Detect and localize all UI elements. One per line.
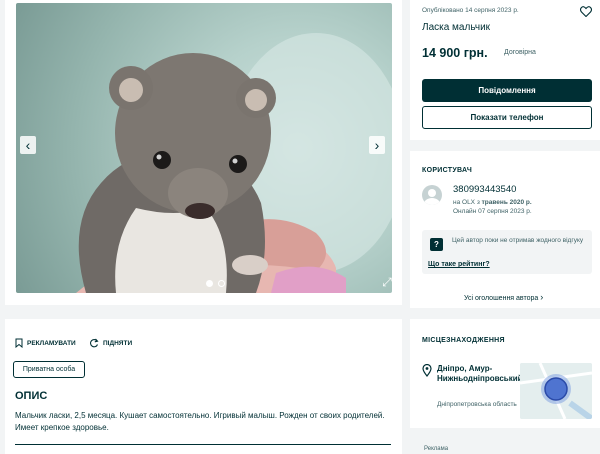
location-card: МІСЦЕЗНАХОДЖЕННЯ Дніпро, Амур-Нижньодніп… [410,319,600,428]
advertisement-label: Реклама [424,446,449,452]
question-icon: ? [430,238,443,251]
seller-type-tag: Приватна особа [13,361,85,378]
user-card: КОРИСТУВАЧ 380993443540 на OLX з травень… [410,151,600,308]
description-title: ОПИС [15,390,48,402]
user-last-online: Онлайн 07 серпня 2023 р. [453,208,532,215]
lift-label: ПІДНЯТИ [103,339,133,347]
divider [15,444,391,445]
photo-dot-active[interactable] [206,280,213,287]
rating-text: Цей автор поки не отримав жодного відгук… [452,237,584,244]
map-image [520,363,592,419]
promote-button[interactable]: РЕКЛАМУВАТИ [15,338,76,348]
ad-title: Ласка мальчик [422,22,491,33]
fullscreen-icon[interactable]: ⤢ [380,275,392,289]
user-avatar-icon [424,189,440,205]
user-since: на OLX з травень 2020 р. [453,199,532,206]
lift-button[interactable]: ПІДНЯТИ [89,338,132,348]
prev-photo-button[interactable]: ‹ [20,136,36,154]
photo-gallery: ⤢ ‹ › [5,0,402,305]
promote-label: РЕКЛАМУВАТИ [27,339,76,347]
user-section-label: КОРИСТУВАЧ [422,167,473,174]
listing-photo[interactable]: ⤢ [16,3,392,293]
refresh-icon [90,338,99,348]
all-author-ads-link[interactable]: Усі оголошення автора › [464,292,543,302]
location-city: Дніпро, Амур-Нижньодніпровський [437,364,523,383]
photo-dot[interactable] [218,280,225,287]
bookmark-icon [15,338,23,348]
next-photo-button[interactable]: › [369,136,385,154]
location-region: Дніпропетровська область [437,401,517,408]
description-text: Мальчик ласки, 2,5 месяца. Кушает самост… [15,411,385,432]
all-ads-label: Усі оголошення автора [464,295,539,302]
negotiable-label: Договірна [504,49,536,56]
rating-info-link[interactable]: Що таке рейтинг? [428,261,490,268]
rating-box: ? Цей автор поки не отримав жодного відг… [422,230,592,274]
ad-info-card: Опубліковано 14 серпня 2023 р. Ласка мал… [410,0,600,140]
chevron-right-icon: › [540,292,544,302]
message-button[interactable]: Повідомлення [422,79,592,102]
description-card: РЕКЛАМУВАТИ ПІДНЯТИ Приватна особа ОПИС … [5,319,402,454]
user-name[interactable]: 380993443540 [453,184,516,195]
heart-icon[interactable] [579,4,593,22]
location-section-label: МІСЦЕЗНАХОДЖЕННЯ [422,337,505,344]
published-date: Опубліковано 14 серпня 2023 р. [422,7,519,14]
ad-price: 14 900 грн. [422,46,488,60]
user-since-date: травень 2020 р. [481,199,532,206]
location-pin-icon [422,363,432,382]
avatar[interactable] [422,185,442,205]
photo-indicator [206,280,225,287]
show-phone-button[interactable]: Показати телефон [422,106,592,129]
user-since-prefix: на OLX з [453,199,482,206]
location-map[interactable] [520,363,592,419]
weasel-image [76,33,392,293]
